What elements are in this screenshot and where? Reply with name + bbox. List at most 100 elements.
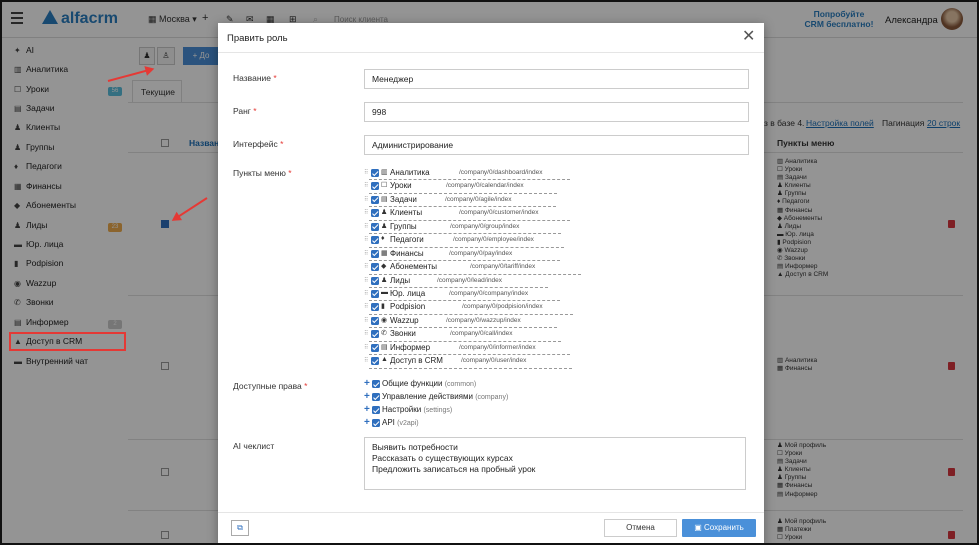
menu-item-label: Доступ в CRM	[390, 356, 443, 366]
name-input[interactable]: Менеджер	[364, 69, 749, 89]
menu-item-checkbox[interactable]	[371, 236, 379, 245]
menu-item-icon: ▲	[381, 356, 388, 364]
menu-item-path: /company/0/company/index	[449, 289, 529, 297]
right-checkbox[interactable]	[372, 380, 380, 388]
expand-plus-icon[interactable]: +	[364, 378, 370, 389]
menu-item-checkbox[interactable]	[371, 357, 379, 366]
menu-item-label: Юр. лица	[390, 288, 426, 298]
checklist-line: Предложить записаться на пробный урок	[372, 464, 536, 474]
drag-handle-icon[interactable]: ⠿	[364, 358, 369, 365]
menu-item-icon: ▮	[381, 303, 385, 311]
cancel-button[interactable]: Отмена	[604, 519, 677, 537]
menu-item-path: /company/0/user/index	[461, 357, 527, 365]
checklist-line: Рассказать о существующих курсах	[372, 453, 513, 463]
menu-item-row[interactable]: ⠿ ▤ Задачи/company/0/agile/index	[364, 194, 564, 208]
menu-item-row[interactable]: ⠿ ◉ Wazzup/company/0/wazzup/index	[364, 315, 564, 329]
drag-handle-icon[interactable]: ⠿	[364, 291, 369, 298]
menu-item-row[interactable]: ⠿ ▤ Информер/company/0/informer/index	[364, 342, 570, 356]
menu-item-checkbox[interactable]	[371, 222, 379, 231]
drag-handle-icon[interactable]: ⠿	[364, 304, 369, 311]
menu-item-checkbox[interactable]	[371, 249, 379, 258]
dashed-divider	[369, 367, 572, 369]
menu-item-row[interactable]: ⠿ ☐ Уроки/company/0/calendar/index	[364, 180, 564, 194]
menu-item-icon: ♟	[381, 276, 388, 284]
menu-item-checkbox[interactable]	[371, 303, 379, 312]
menu-item-row[interactable]: ⠿ ♟ Лиды/company/0/lead/index	[364, 275, 564, 288]
interface-select[interactable]: Администрирование	[364, 135, 749, 155]
menu-item-checkbox[interactable]	[371, 289, 379, 298]
menu-item-row[interactable]: ⠿ ▬ Юр. лица/company/0/company/index	[364, 288, 564, 302]
interface-label: Интерфейс *	[233, 139, 284, 149]
menu-item-row[interactable]: ⠿ ♟ Группы/company/0/group/index	[364, 221, 564, 235]
menu-item-checkbox[interactable]	[371, 169, 379, 177]
drag-handle-icon[interactable]: ⠿	[364, 183, 369, 190]
menu-item-row[interactable]: ⠿ ▦ Финансы/company/0/pay/index	[364, 248, 564, 262]
menu-item-row[interactable]: ⠿ ▲ Доступ в CRM/company/0/user/index	[364, 355, 572, 369]
menu-items-list: ⠿ ▥ Аналитика/company/0/dashboard/index ⠿ ☐ У…	[364, 167, 581, 369]
menu-item-icon: ▦	[381, 249, 388, 257]
right-label-text: Управление действиями	[382, 392, 473, 401]
save-button[interactable]: ▣ Сохранить	[682, 519, 756, 537]
menu-item-row[interactable]: ⠿ ♦ Педагоги/company/0/employee/index	[364, 234, 564, 248]
menu-item-icon: ◆	[381, 263, 387, 271]
menu-item-checkbox[interactable]	[371, 209, 379, 218]
drag-handle-icon[interactable]: ⠿	[364, 170, 369, 177]
right-code: (common)	[444, 381, 477, 388]
drag-handle-icon[interactable]: ⠿	[364, 210, 369, 217]
right-checkbox[interactable]	[372, 393, 380, 401]
drag-handle-icon[interactable]: ⠿	[364, 264, 369, 271]
right-code: (company)	[475, 394, 509, 401]
menu-item-path: /company/0/employee/index	[453, 236, 534, 244]
menu-item-path: /company/0/wazzup/index	[446, 316, 521, 324]
rank-label: Ранг *	[233, 106, 257, 116]
drag-handle-icon[interactable]: ⠿	[364, 278, 369, 285]
expand-plus-icon[interactable]: +	[364, 417, 370, 428]
menu-item-checkbox[interactable]	[371, 276, 379, 285]
menu-item-label: Информер	[390, 342, 431, 352]
copy-icon[interactable]: ⧉	[231, 520, 249, 536]
ai-checklist-label: AI чеклист	[233, 441, 275, 451]
drag-handle-icon[interactable]: ⠿	[364, 345, 369, 352]
menu-item-icon: ▬	[381, 288, 388, 296]
rights-label: Доступные права *	[233, 381, 308, 391]
right-code: (settings)	[423, 407, 453, 414]
menu-item-path: /company/0/agile/index	[445, 195, 512, 203]
menu-item-checkbox[interactable]	[371, 330, 379, 339]
menu-item-label: Клиенты	[390, 208, 423, 218]
right-checkbox[interactable]	[372, 406, 380, 414]
edit-role-modal: Править роль ✕ Название * Менеджер Ранг …	[218, 23, 764, 543]
menu-item-row[interactable]: ⠿ ✆ Звонки/company/0/call/index	[364, 328, 564, 342]
drag-handle-icon[interactable]: ⠿	[364, 224, 369, 231]
ai-checklist-textarea[interactable]: Выявить потребности Рассказать о существу…	[364, 437, 746, 490]
menu-item-path: /company/0/lead/index	[437, 276, 503, 284]
drag-handle-icon[interactable]: ⠿	[364, 331, 369, 338]
menu-item-row[interactable]: ⠿ ♟ Клиенты/company/0/customer/index	[364, 207, 570, 221]
right-checkbox[interactable]	[372, 419, 380, 427]
menu-item-path: /company/0/informer/index	[459, 343, 536, 351]
menu-item-path: /company/0/pay/index	[449, 249, 513, 257]
rank-input[interactable]: 998	[364, 102, 749, 122]
expand-plus-icon[interactable]: +	[364, 391, 370, 402]
close-icon[interactable]: ✕	[742, 28, 755, 46]
menu-item-checkbox[interactable]	[371, 263, 379, 272]
menu-item-checkbox[interactable]	[371, 195, 379, 204]
menu-item-row[interactable]: ⠿ ▥ Аналитика/company/0/dashboard/index	[364, 167, 570, 181]
menu-item-path: /company/0/calendar/index	[446, 182, 524, 190]
menu-item-row[interactable]: ⠿ ▮ Podpision/company/0/podpision/index	[364, 301, 573, 315]
expand-plus-icon[interactable]: +	[364, 404, 370, 415]
menu-item-label: Группы	[390, 221, 417, 231]
menu-item-icon: ▤	[381, 343, 388, 351]
right-label: Управление действиями (company)	[382, 392, 508, 401]
name-label: Название *	[233, 73, 277, 83]
menu-item-checkbox[interactable]	[371, 316, 379, 325]
checklist-line: Выявить потребности	[372, 442, 458, 452]
menu-item-checkbox[interactable]	[371, 182, 379, 191]
drag-handle-icon[interactable]: ⠿	[364, 197, 369, 204]
right-label-text: API	[382, 418, 395, 427]
menu-label: Пункты меню *	[233, 168, 292, 178]
menu-item-checkbox[interactable]	[371, 343, 379, 352]
drag-handle-icon[interactable]: ⠿	[364, 318, 369, 325]
drag-handle-icon[interactable]: ⠿	[364, 237, 369, 244]
drag-handle-icon[interactable]: ⠿	[364, 251, 369, 258]
menu-item-row[interactable]: ⠿ ◆ Абонементы/company/0/tariff/index	[364, 261, 581, 275]
